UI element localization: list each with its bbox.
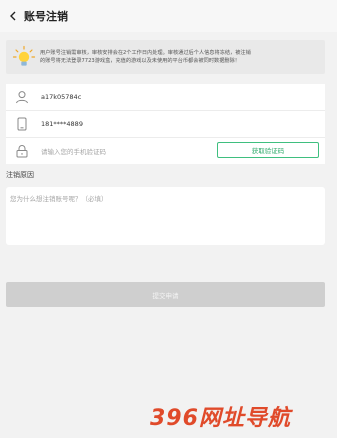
notice-banner: 用户账号注销需审核，审核安排会在2个工作日内处理。审核通过后个人信息将冻结，被注… xyxy=(6,40,325,74)
get-code-button[interactable]: 获取验证码 xyxy=(217,142,319,158)
reason-label: 注销原因 xyxy=(6,171,34,179)
submit-button[interactable]: 提交申请 xyxy=(6,282,325,307)
lightbulb-icon xyxy=(12,45,36,66)
phone-icon xyxy=(17,117,27,131)
top-bar: 账号注销 xyxy=(0,0,337,32)
page-title: 账号注销 xyxy=(24,10,68,23)
phone-row: 181****4889 xyxy=(6,111,325,138)
verification-code-input[interactable]: 请输入您的手机验证码 xyxy=(41,146,106,156)
phone-value: 181****4889 xyxy=(41,120,83,128)
reason-textarea[interactable]: 您为什么想注销账号呢？（必填） xyxy=(6,187,325,245)
lock-icon xyxy=(16,145,28,158)
notice-line-2: 的账号将无法登录7723游戏盒，充值的游戏以及未使用的平台币都会被同时数据删除！ xyxy=(40,58,240,64)
account-row: a17k05784c xyxy=(6,84,325,111)
back-button[interactable] xyxy=(0,0,26,32)
account-value: a17k05784c xyxy=(41,93,82,101)
code-row: 请输入您的手机验证码 获取验证码 xyxy=(6,138,325,164)
watermark-logo: 396网址导航 xyxy=(150,406,291,431)
user-icon xyxy=(16,91,28,104)
notice-line-1: 用户账号注销需审核，审核安排会在2个工作日内处理。审核通过后个人信息将冻结，被注… xyxy=(40,50,251,56)
reason-placeholder: 您为什么想注销账号呢？（必填） xyxy=(10,195,108,203)
back-arrow-icon xyxy=(10,11,16,21)
account-form: a17k05784c 181****4889 请输入您的手机验证码 获取验证码 xyxy=(6,84,325,164)
